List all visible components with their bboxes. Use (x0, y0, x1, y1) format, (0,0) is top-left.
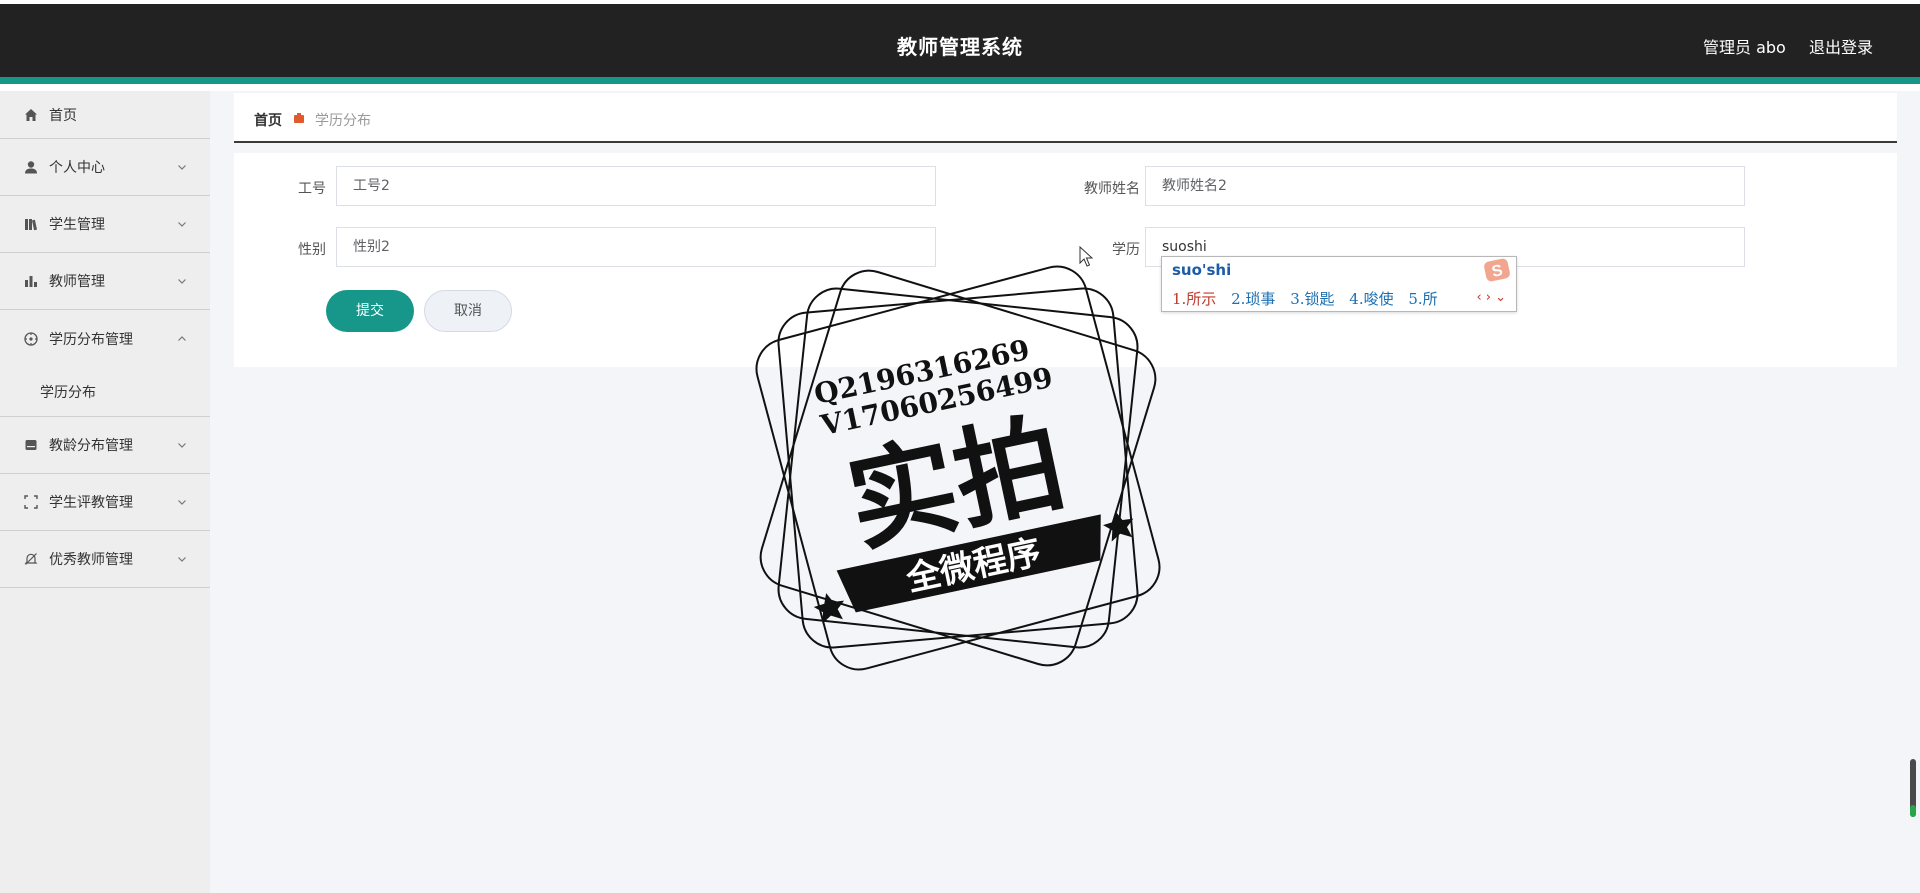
bell-off-icon (24, 553, 38, 565)
sidebar-item-excellent-teachers[interactable]: 优秀教师管理 (0, 531, 210, 588)
teacher-name-input[interactable]: 教师姓名2 (1145, 166, 1745, 206)
ime-candidate[interactable]: 2.琐事 (1231, 290, 1275, 308)
field-label-teacher-name: 教师姓名 (1084, 181, 1140, 197)
admin-user-label: 管理员 abo (1703, 38, 1786, 57)
chevron-down-icon (178, 557, 186, 562)
logout-link[interactable]: 退出登录 (1809, 34, 1873, 58)
user-icon (25, 161, 37, 174)
sidebar-item-profile[interactable]: 个人中心 (0, 139, 210, 196)
sidebar-subitem-education-distribution[interactable]: 学历分布 (0, 367, 210, 417)
ime-candidate[interactable]: 3.锁匙 (1290, 290, 1334, 308)
breadcrumb-separator-icon (294, 113, 304, 123)
sidebar-item-teaching-age[interactable]: 教龄分布管理 (0, 417, 210, 474)
ime-candidate[interactable]: 1.所示 (1172, 290, 1216, 308)
inbox-icon (25, 440, 37, 450)
sidebar-item-label: 学历分布管理 (49, 331, 133, 348)
cancel-button[interactable]: 取消 (424, 290, 512, 332)
app-title: 教师管理系统 (897, 35, 1023, 59)
chevron-down-icon (178, 500, 186, 505)
sidebar-item-label: 学生管理 (49, 217, 105, 233)
sidebar-item-education[interactable]: 学历分布管理 (0, 310, 210, 367)
breadcrumb-current: 学历分布 (315, 113, 371, 129)
sidebar-item-label: 教龄分布管理 (49, 438, 133, 454)
submit-button[interactable]: 提交 (326, 290, 414, 332)
home-icon (25, 108, 37, 121)
sidebar-item-label: 首页 (49, 107, 77, 124)
job-number-input[interactable]: 工号2 (336, 166, 936, 206)
ime-candidate[interactable]: 4.唆使 (1349, 290, 1393, 308)
ime-candidate-list: 1.所示 2.琐事 3.锁匙 4.唆使 5.所 (1172, 288, 1448, 309)
mouse-cursor-icon (1079, 246, 1093, 267)
ime-candidate[interactable]: 5.所 (1408, 290, 1437, 308)
sidebar-item-label: 个人中心 (49, 160, 105, 176)
sidebar-item-evaluation[interactable]: 学生评教管理 (0, 474, 210, 531)
top-header: 教师管理系统 管理员 abo 退出登录 (0, 4, 1920, 84)
breadcrumb-home[interactable]: 首页 (254, 110, 282, 130)
bar-chart-icon (25, 276, 37, 287)
ime-logo-icon: S (1484, 258, 1510, 282)
chevron-down-icon (178, 279, 186, 284)
sidebar-item-students[interactable]: 学生管理 (0, 196, 210, 253)
chevron-down-icon (178, 165, 186, 170)
ime-candidate-window: suo'shi 1.所示 2.琐事 3.锁匙 4.唆使 5.所 ‹ › ⌄ S (1161, 256, 1517, 312)
field-label-job-number: 工号 (298, 181, 326, 197)
sidebar-item-teachers[interactable]: 教师管理 (0, 253, 210, 310)
sidebar: 首页 个人中心 学生管理 教师管理 学历分布管理 学历分布 教龄分布管理 学生评… (0, 91, 210, 893)
breadcrumb: 首页 学历分布 (234, 93, 1897, 143)
watermark-stamp: Q2196316269 V17060256499 实拍 全微程序 (755, 265, 1161, 671)
books-icon (25, 219, 38, 231)
fullscreen-icon (24, 495, 38, 509)
ime-page-nav[interactable]: ‹ › ⌄ (1476, 290, 1506, 305)
sidebar-item-label: 学生评教管理 (49, 495, 133, 511)
chevron-up-icon (178, 335, 186, 341)
scrollbar-thumb[interactable] (1910, 759, 1916, 817)
sidebar-item-label: 优秀教师管理 (49, 552, 133, 568)
chevron-down-icon (178, 443, 186, 448)
compass-icon (24, 331, 38, 346)
sidebar-item-label: 教师管理 (49, 274, 105, 290)
chevron-down-icon (178, 222, 186, 227)
ime-composition: suo'shi (1172, 261, 1232, 279)
sidebar-item-home[interactable]: 首页 (0, 91, 210, 139)
field-label-gender: 性别 (298, 242, 326, 258)
sidebar-subitem-label: 学历分布 (40, 384, 96, 401)
